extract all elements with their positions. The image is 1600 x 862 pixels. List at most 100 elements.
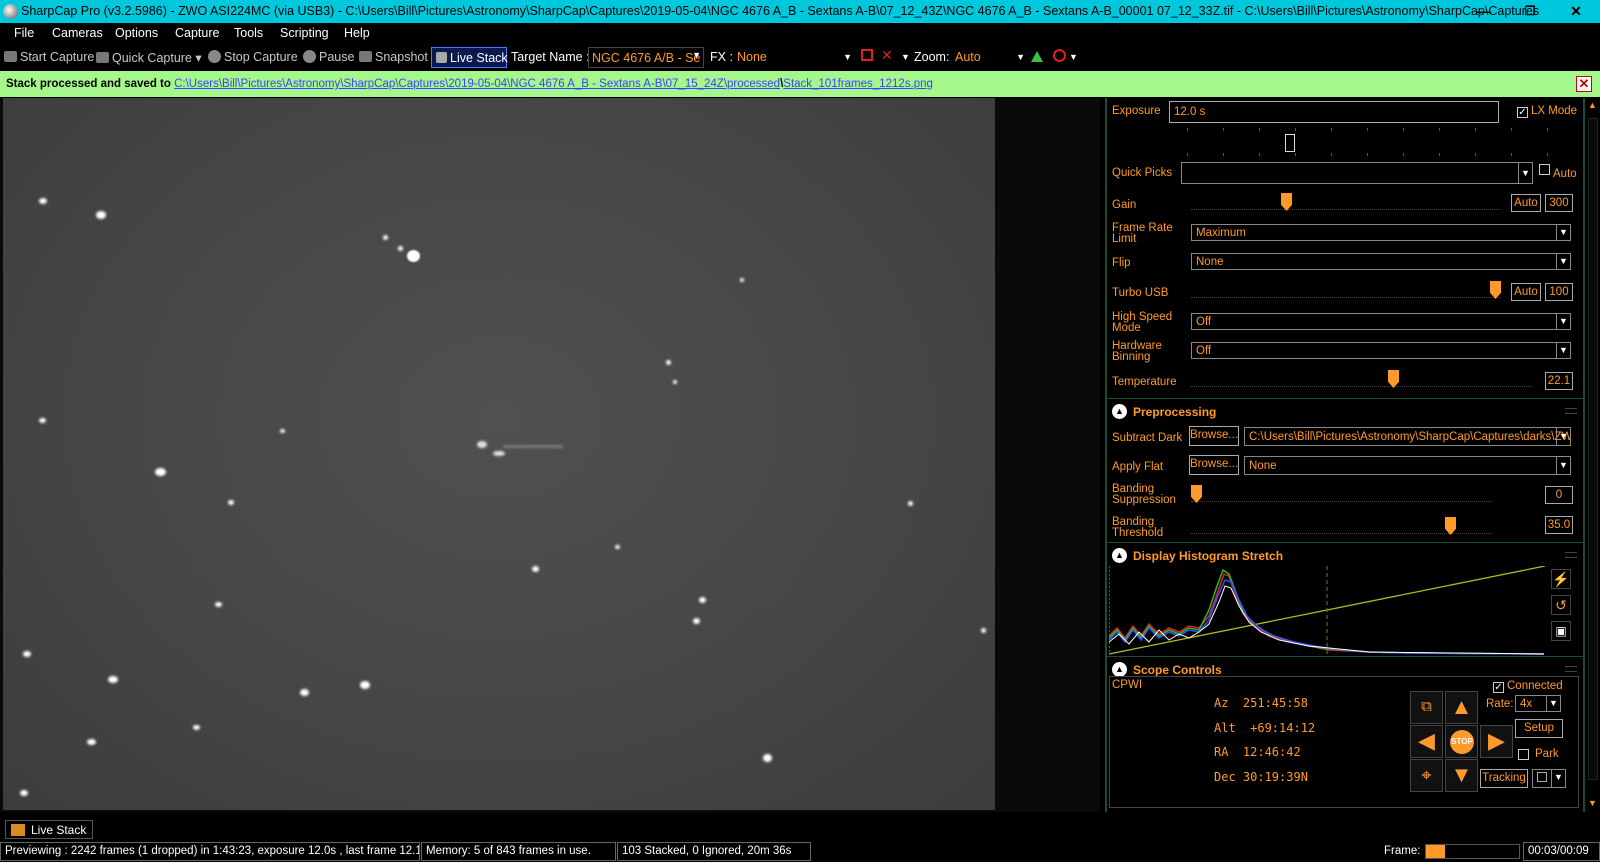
start-capture-button[interactable]: Start Capture [4,50,94,64]
arrow-right-button[interactable]: ▶ [1480,725,1513,758]
quick-capture-button[interactable]: Quick Capture ▾ [96,50,202,65]
chevron-down-icon: ▼ [1016,52,1025,62]
close-icon[interactable]: ✕ [1576,76,1592,92]
turbo-usb-slider-thumb[interactable] [1490,281,1501,299]
apply-flat-select[interactable]: None ▼ [1244,456,1571,475]
histogram-plot[interactable] [1109,566,1549,656]
high-speed-mode-select[interactable]: Off ▼ [1191,313,1571,330]
minimize-button[interactable]: — [1462,0,1506,23]
banding-suppression-slider[interactable] [1191,485,1491,503]
rate-select[interactable]: 4x ▼ [1515,695,1561,712]
image-viewport[interactable] [0,98,1100,812]
stacked-image[interactable] [3,98,995,810]
temperature-label: Temperature [1112,376,1177,388]
banding-threshold-slider[interactable] [1191,517,1491,535]
histogram-header[interactable]: ▲ Display Histogram Stretch [1107,542,1583,566]
arrow-up-button[interactable]: ▲ [1445,691,1478,724]
stop-button[interactable]: STOP [1445,725,1478,758]
memory-status: Memory: 5 of 843 frames in use. [421,842,616,861]
hardware-binning-select[interactable]: Off ▼ [1191,342,1571,359]
gain-slider[interactable] [1191,193,1501,211]
notification-folder-link[interactable]: C:\Users\Bill\Pictures\Astronomy\SharpCa… [174,78,780,90]
preprocessing-header[interactable]: ▲ Preprocessing [1107,398,1583,422]
menu-scripting[interactable]: Scripting [280,26,329,40]
menu-file[interactable]: File [14,26,34,40]
menu-help[interactable]: Help [344,26,370,40]
chevron-down-icon[interactable]: ▼ [692,50,701,60]
connected-checkbox[interactable]: ✓ [1493,682,1504,693]
setup-button[interactable]: Setup [1515,719,1563,738]
lx-mode-checkbox[interactable]: ✓ [1517,107,1528,118]
panel-scrollbar[interactable]: ▲ ▼ [1586,98,1600,812]
arrow-left-button[interactable]: ◀ [1410,725,1443,758]
live-stack-button[interactable]: Live Stack [431,47,508,68]
subtract-dark-select[interactable]: C:\Users\Bill\Pictures\Astronomy\SharpCa… [1244,427,1571,446]
gain-auto-button[interactable]: Auto [1511,194,1541,212]
menu-capture[interactable]: Capture [175,26,219,40]
restore-button[interactable]: ❐ [1508,0,1552,23]
chevron-up-icon[interactable]: ▲ [1112,662,1127,677]
banding-suppression-value[interactable]: 0 [1545,486,1573,504]
star [228,500,234,505]
park-checkbox[interactable] [1518,749,1529,760]
scroll-down-icon[interactable]: ▼ [1588,798,1597,808]
scroll-up-icon[interactable]: ▲ [1588,100,1597,110]
menu-icon[interactable] [1565,408,1577,414]
stop-capture-button[interactable]: Stop Capture [208,50,298,64]
camera-icon [96,52,109,63]
exposure-slider-thumb[interactable] [1285,134,1295,152]
chevron-up-icon[interactable]: ▲ [1112,404,1127,419]
menu-tools[interactable]: Tools [234,26,263,40]
gain-slider-thumb[interactable] [1281,193,1292,211]
notification-file-link[interactable]: Stack_101frames_1212s.png [783,78,933,90]
gain-value-input[interactable]: 300 [1545,194,1573,212]
record-box-icon[interactable] [861,49,873,61]
subtract-dark-browse-button[interactable]: Browse... [1189,426,1239,446]
zoom-select[interactable]: Auto ▼ [955,50,1025,64]
stop-label: STOP [1450,730,1474,754]
quick-picks-auto-checkbox[interactable] [1539,164,1550,175]
preview-status: Previewing : 2242 frames (1 dropped) in … [0,842,420,861]
menu-icon[interactable] [1565,666,1577,672]
tab-live-stack[interactable]: Live Stack [5,820,94,839]
menu-options[interactable]: Options [115,26,158,40]
apply-flat-browse-button[interactable]: Browse... [1189,455,1239,475]
reset-icon[interactable]: ↺ [1551,595,1571,615]
turbo-usb-value-input[interactable]: 100 [1545,283,1573,301]
fx-select[interactable]: None ▼ [737,50,852,64]
flip-select[interactable]: None ▼ [1191,253,1571,270]
frame-time: 00:03/00:09 [1523,842,1600,861]
target-name-input[interactable]: NGC 4676 A/B - Se ▼ [588,47,704,68]
menu-icon[interactable] [1565,552,1577,558]
frame-rate-label: Frame Rate Limit [1112,222,1173,245]
banding-suppression-slider-thumb[interactable] [1191,485,1202,503]
chevron-down-icon[interactable]: ▼ [901,52,910,62]
banding-threshold-slider-thumb[interactable] [1445,517,1456,535]
turbo-usb-auto-button[interactable]: Auto [1511,283,1541,301]
tracking-rate-select[interactable]: ▼ [1532,769,1566,788]
snapshot-button[interactable]: Snapshot [359,50,428,64]
chevron-down-icon[interactable]: ▼ [1069,52,1078,62]
temperature-value: 22.1 [1545,372,1573,390]
menu-cameras[interactable]: Cameras [52,26,103,40]
crosshair-off-icon[interactable]: ✕ [881,47,893,64]
star [280,429,285,433]
turbo-usb-slider[interactable] [1191,281,1501,299]
apply-flat-value: None [1249,460,1277,472]
pause-button[interactable]: Pause [303,50,354,64]
histogram-icon[interactable] [1031,51,1043,62]
quick-picks-select[interactable]: ▼ [1181,162,1533,184]
save-icon[interactable]: ▣ [1551,621,1571,641]
frame-rate-select[interactable]: Maximum ▼ [1191,224,1571,241]
lightning-icon[interactable]: ⚡ [1551,569,1571,589]
target-icon[interactable] [1053,49,1066,62]
chevron-up-icon[interactable]: ▲ [1112,548,1127,563]
exposure-input[interactable]: 12.0 s [1169,101,1499,123]
close-button[interactable]: ✕ [1554,0,1598,23]
scrollbar-thumb[interactable] [1588,118,1598,780]
banding-threshold-value[interactable]: 35.0 [1545,516,1573,534]
arrow-down-button[interactable]: ▼ [1445,759,1478,792]
tracking-button[interactable]: Tracking [1480,769,1528,788]
crosshair-icon[interactable]: ⌖ [1410,759,1443,792]
goto-icon[interactable]: ⧉ [1410,691,1443,724]
